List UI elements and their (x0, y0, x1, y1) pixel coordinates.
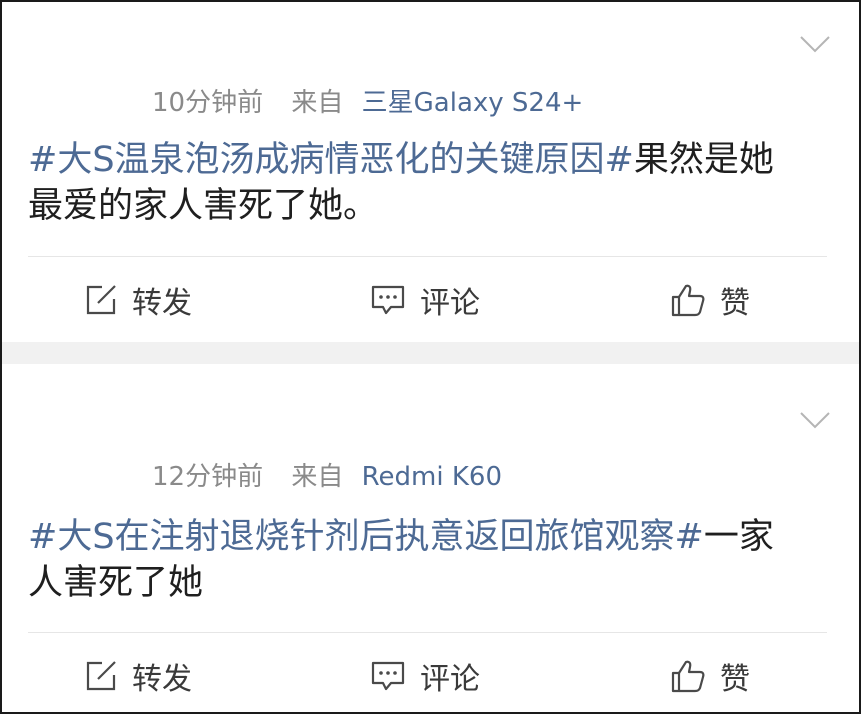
post-source-device[interactable]: Redmi K60 (362, 462, 502, 492)
post-separator (2, 342, 859, 364)
like-button[interactable]: 赞 (670, 646, 750, 706)
thumbs-up-icon (671, 660, 705, 693)
like-label: 赞 (720, 662, 750, 697)
post-time: 12分钟前 (152, 462, 264, 492)
comment-label: 评论 (420, 662, 480, 697)
repost-button[interactable]: 转发 (84, 270, 192, 330)
post-actions: 转发 评论 赞 (2, 270, 859, 330)
comment-button[interactable]: 评论 (370, 270, 480, 330)
post-source-label: 来自 (291, 88, 344, 118)
comment-icon (371, 285, 405, 315)
post-meta: 10分钟前 来自 三星Galaxy S24+ (152, 82, 583, 119)
feed-container: 10分钟前 来自 三星Galaxy S24+ #大S温泉泡汤成病情恶化的关键原因… (0, 0, 861, 714)
weibo-post: 12分钟前 来自 Redmi K60 #大S在注射退烧针剂后执意返回旅馆观察#一… (2, 364, 859, 712)
post-source-label: 来自 (291, 462, 344, 492)
comment-label: 评论 (420, 286, 480, 321)
comment-icon (371, 661, 405, 691)
divider (28, 632, 827, 633)
repost-icon (86, 661, 116, 691)
comment-button[interactable]: 评论 (370, 646, 480, 706)
thumbs-up-icon (671, 284, 705, 317)
like-button[interactable]: 赞 (670, 270, 750, 330)
repost-label: 转发 (132, 662, 192, 697)
repost-label: 转发 (132, 286, 192, 321)
post-actions: 转发 评论 赞 (2, 646, 859, 706)
repost-button[interactable]: 转发 (84, 646, 192, 706)
chevron-down-icon[interactable] (799, 410, 831, 430)
post-time: 10分钟前 (152, 88, 264, 118)
hashtag-topic[interactable]: #大S温泉泡汤成病情恶化的关键原因# (28, 140, 634, 180)
divider (28, 256, 827, 257)
hashtag-topic[interactable]: #大S在注射退烧针剂后执意返回旅馆观察# (28, 517, 704, 557)
like-label: 赞 (720, 286, 750, 321)
weibo-post: 10分钟前 来自 三星Galaxy S24+ #大S温泉泡汤成病情恶化的关键原因… (2, 2, 859, 342)
repost-icon (86, 285, 116, 315)
post-source-device[interactable]: 三星Galaxy S24+ (362, 88, 584, 118)
post-content: #大S在注射退烧针剂后执意返回旅馆观察#一家人害死了她 (28, 514, 808, 606)
post-meta: 12分钟前 来自 Redmi K60 (152, 456, 502, 493)
post-content: #大S温泉泡汤成病情恶化的关键原因#果然是她最爱的家人害死了她。 (28, 137, 808, 229)
chevron-down-icon[interactable] (799, 34, 831, 54)
